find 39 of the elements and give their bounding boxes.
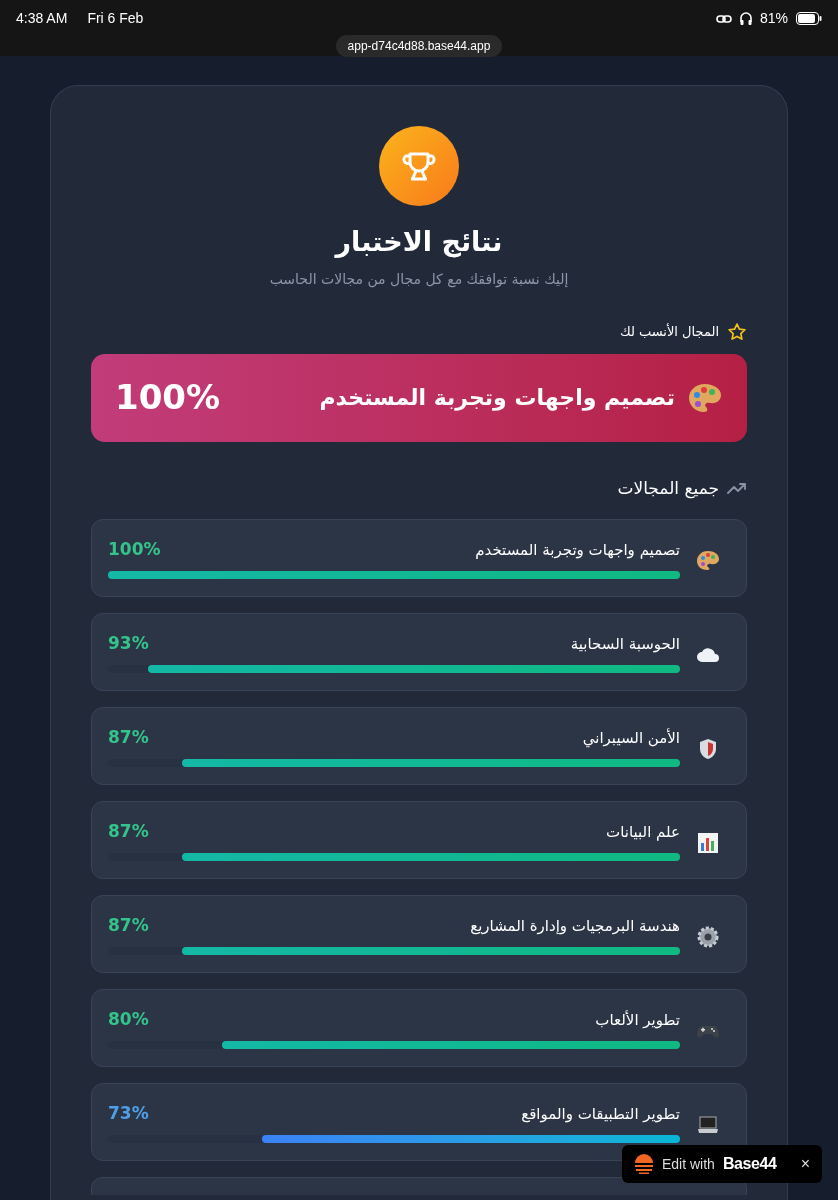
field-name: الحوسبة السحابية	[570, 633, 680, 655]
page-subtitle: إليك نسبة توافقك مع كل مجال من مجالات الحاسب	[269, 269, 569, 290]
brand-name: Base44	[722, 1154, 777, 1174]
section-heading: جميع المجالات	[617, 476, 719, 501]
sun-logo-icon	[634, 1154, 654, 1174]
battery-icon	[796, 12, 822, 25]
headphones-icon	[739, 12, 752, 25]
field-name: هندسة البرمجيات وإدارة المشاريع	[470, 915, 680, 937]
link-icon	[715, 12, 732, 25]
gear-icon	[696, 925, 720, 949]
page-title: نتائج الاختبار	[335, 225, 503, 260]
field-percent: 73%	[108, 1102, 149, 1126]
field-percent: 93%	[108, 632, 149, 656]
best-match-percent: 100%	[115, 376, 221, 419]
best-match-name: تصميم واجهات وتجربة المستخدم	[319, 384, 675, 413]
field-name: تصميم واجهات وتجربة المستخدم	[475, 539, 680, 561]
star-icon	[727, 321, 747, 342]
edit-with-label: Edit with	[662, 1154, 715, 1174]
field-name: تطوير الألعاب	[595, 1009, 680, 1031]
status-time: 4:38 AM	[16, 9, 68, 28]
field-name: الأمن السيبراني	[582, 727, 680, 750]
palette-icon	[696, 549, 720, 573]
url-field[interactable]: app-d74c4d88.base44.app	[335, 35, 503, 57]
field-percent: 100%	[108, 538, 161, 562]
field-percent: 87%	[108, 914, 149, 938]
trending-up-icon	[727, 481, 747, 496]
field-percent: 87%	[108, 726, 149, 750]
bar-chart-icon	[696, 831, 720, 855]
field-percent: 80%	[108, 1008, 149, 1032]
palette-icon	[687, 381, 723, 414]
field-name: علم البيانات	[606, 821, 680, 843]
field-percent: 87%	[108, 820, 149, 844]
status-date: Fri 6 Feb	[87, 9, 144, 28]
edit-badge[interactable]: Edit with Base44 ×	[622, 1145, 822, 1183]
best-match-label: المجال الأنسب لك	[619, 322, 719, 341]
field-name: تطوير التطبيقات والمواقع	[521, 1103, 680, 1125]
trophy-icon	[379, 126, 459, 206]
battery-percent: 81%	[759, 9, 788, 28]
close-button[interactable]: ×	[800, 1152, 810, 1176]
